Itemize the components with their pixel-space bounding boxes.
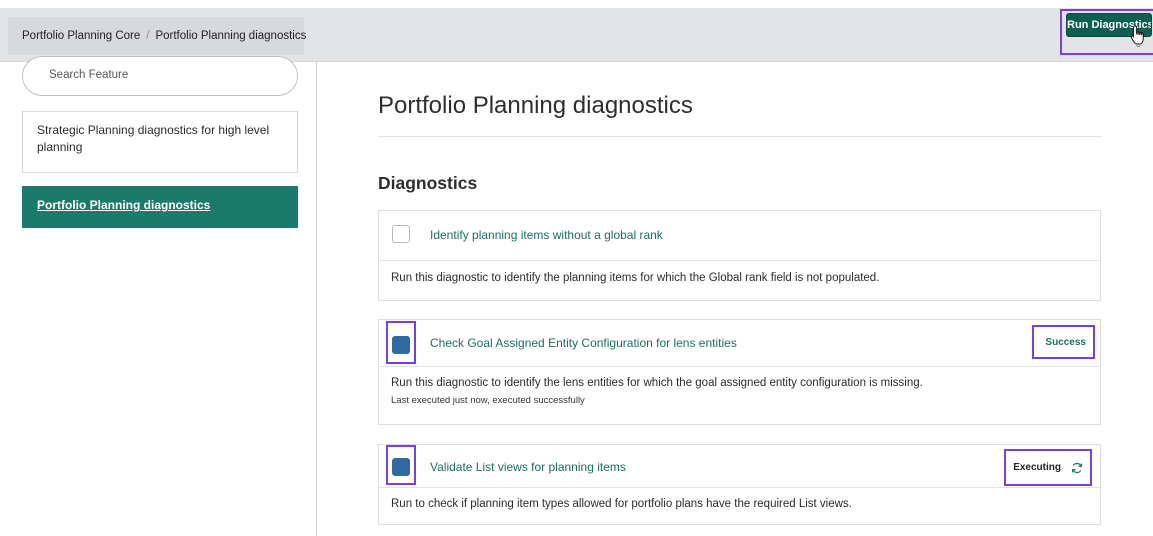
page-title: Portfolio Planning diagnostics [378, 92, 693, 119]
status-label: Success [1045, 336, 1086, 348]
diagnostic-card-header: Identify planning items without a global… [379, 211, 1100, 261]
section-title: Diagnostics [378, 173, 478, 193]
diagnostic-card: Identify planning items without a global… [378, 210, 1101, 301]
diagnostic-name-link[interactable]: Check Goal Assigned Entity Configuration… [430, 336, 737, 350]
diagnostic-checkbox[interactable] [392, 336, 410, 354]
diagnostic-description: Run this diagnostic to identify the plan… [391, 272, 880, 284]
refresh-icon [1071, 462, 1083, 473]
page: Portfolio Planning Core / Portfolio Plan… [0, 0, 1153, 536]
diagnostic-name-link[interactable]: Validate List views for planning items [430, 460, 626, 474]
sidebar: Search Feature Strategic Planning diagno… [0, 56, 317, 536]
sidebar-item-label: Portfolio Planning diagnostics [37, 198, 211, 212]
status-badge: Executing [1004, 449, 1092, 486]
sidebar-item-portfolio-planning[interactable]: Portfolio Planning diagnostics [22, 186, 298, 228]
last-executed-text: Last executed just now, executed success… [391, 395, 585, 406]
diagnostic-card: Check Goal Assigned Entity Configuration… [378, 319, 1101, 425]
breadcrumb-current: Portfolio Planning diagnostics [155, 30, 307, 42]
sidebar-item-strategic-planning[interactable]: Strategic Planning diagnostics for high … [22, 111, 298, 173]
hand-pointer-icon [1130, 25, 1144, 47]
status-label: Executing [1013, 462, 1061, 473]
diagnostic-checkbox[interactable] [392, 225, 410, 243]
diagnostic-name-link[interactable]: Identify planning items without a global… [430, 228, 663, 242]
diagnostic-card-header: Validate List views for planning items E… [379, 445, 1100, 488]
diagnostic-description: Run to check if planning item types allo… [391, 498, 852, 510]
sidebar-item-label: Strategic Planning diagnostics for high … [37, 123, 270, 154]
diagnostic-card: Validate List views for planning items E… [378, 444, 1101, 525]
diagnostic-checkbox[interactable] [392, 458, 410, 476]
breadcrumb: Portfolio Planning Core / Portfolio Plan… [8, 17, 307, 55]
breadcrumb-parent[interactable]: Portfolio Planning Core [22, 30, 140, 42]
status-badge: Success [1032, 325, 1095, 359]
breadcrumb-separator: / [146, 30, 150, 42]
diagnostic-card-header: Check Goal Assigned Entity Configuration… [379, 320, 1100, 367]
checkbox-highlight [386, 321, 416, 364]
search-feature-input[interactable]: Search Feature [22, 56, 298, 96]
checkbox-highlight [386, 445, 416, 485]
divider [378, 136, 1102, 137]
top-bar: Portfolio Planning Core / Portfolio Plan… [0, 8, 1153, 62]
